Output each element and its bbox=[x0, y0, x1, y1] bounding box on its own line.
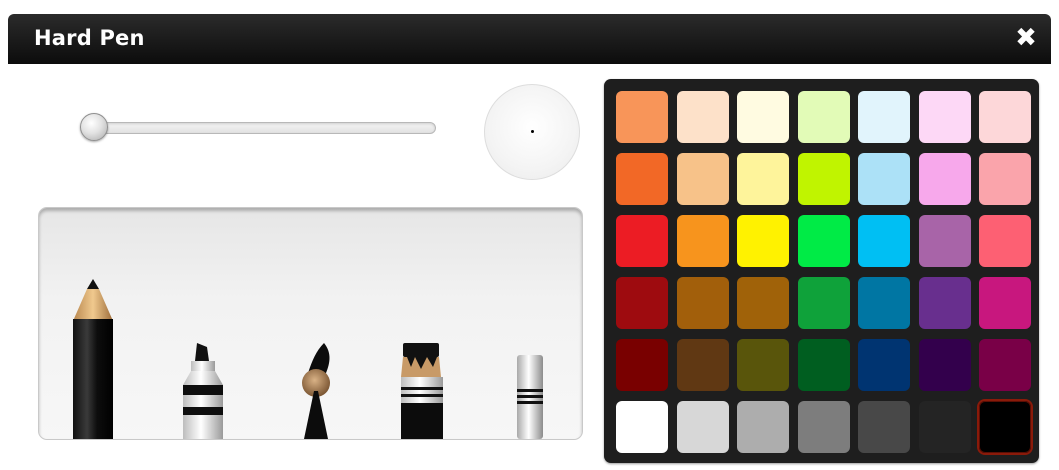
color-swatch[interactable] bbox=[918, 401, 971, 453]
color-swatch[interactable] bbox=[858, 277, 910, 329]
flat-brush-icon[interactable] bbox=[397, 343, 447, 439]
color-swatch[interactable] bbox=[676, 339, 729, 391]
color-palette bbox=[604, 79, 1039, 463]
color-swatch[interactable] bbox=[676, 277, 729, 329]
color-swatch[interactable] bbox=[737, 277, 789, 329]
color-swatch[interactable] bbox=[979, 215, 1031, 267]
title-bar[interactable]: Hard Pen ✖ bbox=[8, 14, 1051, 64]
color-swatch[interactable] bbox=[858, 215, 910, 267]
color-swatch[interactable] bbox=[737, 215, 789, 267]
color-swatch[interactable] bbox=[616, 215, 668, 267]
paintbrush-icon[interactable] bbox=[294, 343, 338, 439]
color-swatch[interactable] bbox=[979, 91, 1031, 143]
hard-pen-dialog: Hard Pen ✖ bbox=[8, 14, 1051, 466]
brush-dot bbox=[531, 130, 534, 133]
color-swatch[interactable] bbox=[858, 339, 910, 391]
brush-size-preview bbox=[484, 84, 580, 180]
color-swatch[interactable] bbox=[676, 91, 729, 143]
color-swatch[interactable] bbox=[979, 153, 1031, 205]
color-swatch[interactable] bbox=[676, 153, 729, 205]
eraser-icon[interactable] bbox=[515, 355, 545, 439]
color-swatch[interactable] bbox=[918, 277, 971, 329]
color-swatch[interactable] bbox=[616, 91, 668, 143]
marker-icon[interactable] bbox=[179, 343, 227, 439]
color-swatch[interactable] bbox=[616, 339, 668, 391]
color-swatch[interactable] bbox=[979, 339, 1031, 391]
color-swatch[interactable] bbox=[797, 401, 850, 453]
pencil-icon[interactable] bbox=[69, 279, 117, 439]
color-swatch[interactable] bbox=[918, 153, 971, 205]
color-swatch[interactable] bbox=[858, 153, 910, 205]
color-swatch[interactable] bbox=[979, 401, 1031, 453]
color-swatch[interactable] bbox=[797, 339, 850, 391]
color-swatch[interactable] bbox=[737, 339, 789, 391]
slider-track[interactable] bbox=[90, 122, 436, 134]
color-swatch[interactable] bbox=[797, 215, 850, 267]
color-swatch[interactable] bbox=[676, 401, 729, 453]
color-swatch[interactable] bbox=[918, 215, 971, 267]
color-swatch[interactable] bbox=[737, 401, 789, 453]
color-swatch[interactable] bbox=[979, 277, 1031, 329]
color-swatch[interactable] bbox=[616, 277, 668, 329]
color-swatch[interactable] bbox=[918, 339, 971, 391]
color-swatch[interactable] bbox=[616, 153, 668, 205]
color-swatch[interactable] bbox=[616, 401, 668, 453]
color-swatch[interactable] bbox=[737, 153, 789, 205]
tool-tray bbox=[38, 207, 583, 440]
color-swatch[interactable] bbox=[797, 277, 850, 329]
color-swatch[interactable] bbox=[918, 91, 971, 143]
color-swatch[interactable] bbox=[737, 91, 789, 143]
slider-thumb[interactable] bbox=[80, 113, 108, 141]
color-swatch[interactable] bbox=[858, 91, 910, 143]
dialog-title: Hard Pen bbox=[34, 26, 145, 50]
close-icon[interactable]: ✖ bbox=[1011, 23, 1041, 53]
color-swatch[interactable] bbox=[797, 153, 850, 205]
color-swatch[interactable] bbox=[676, 215, 729, 267]
color-swatch[interactable] bbox=[797, 91, 850, 143]
color-swatch[interactable] bbox=[858, 401, 910, 453]
brush-size-slider[interactable] bbox=[80, 113, 436, 141]
